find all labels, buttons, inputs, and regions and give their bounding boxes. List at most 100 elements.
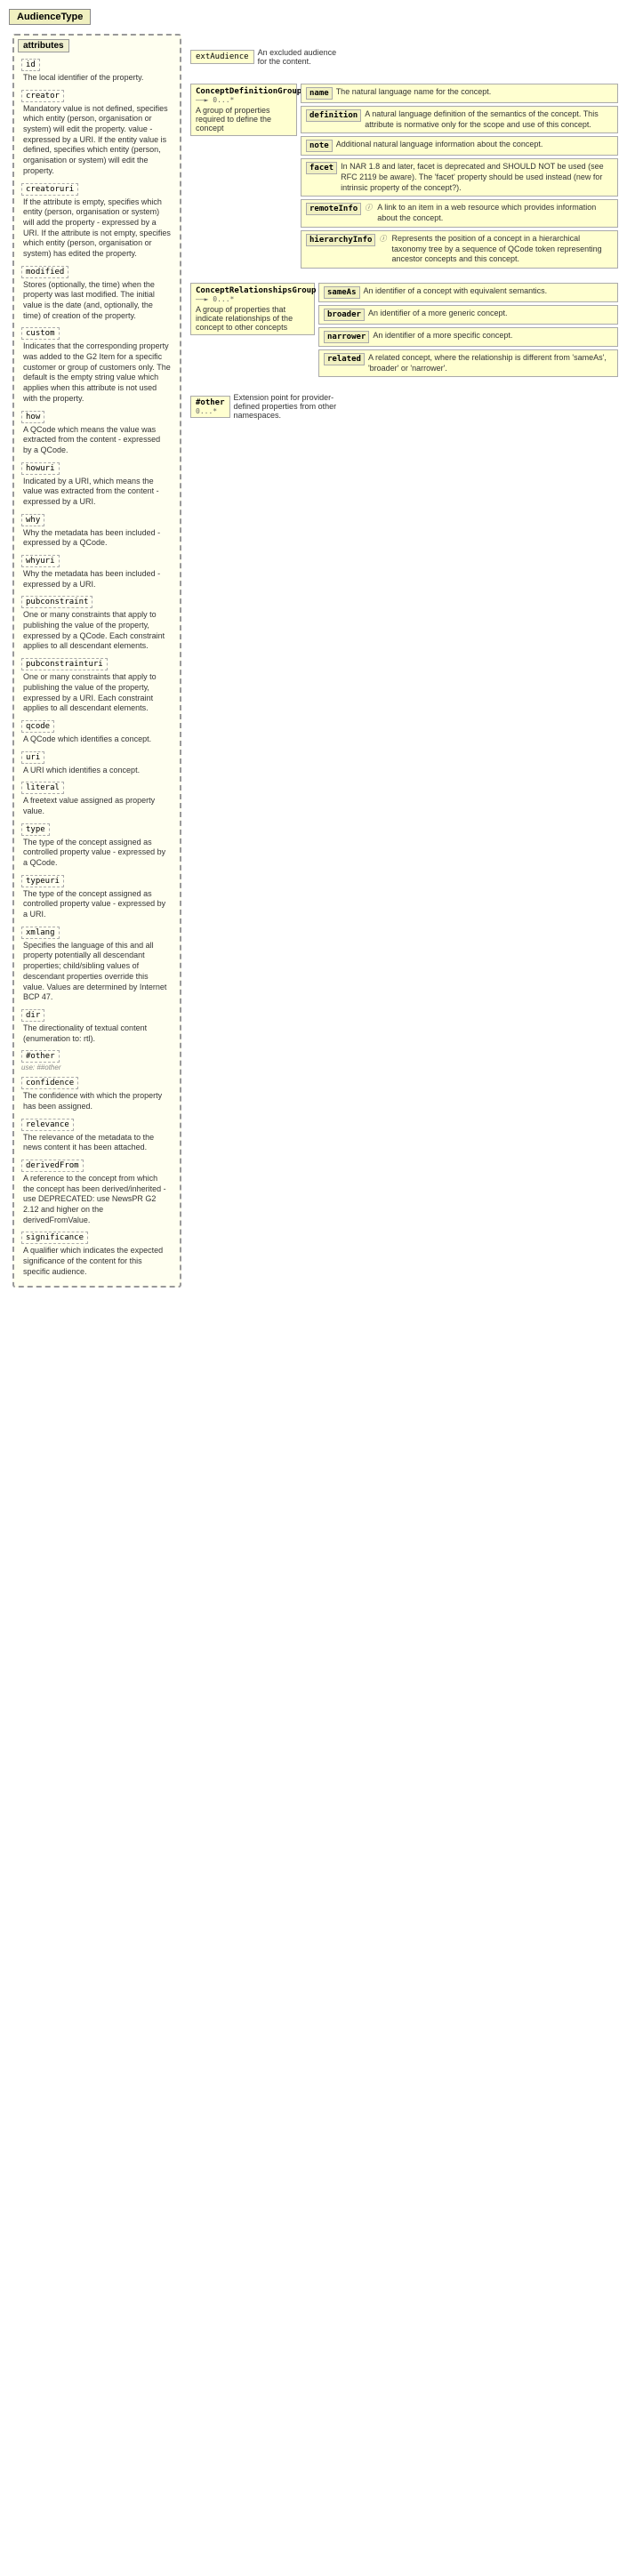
attr-custom: custom Indicates that the corresponding … — [18, 325, 176, 406]
attr-relevance: relevance The relevance of the metadata … — [18, 1117, 176, 1156]
attr-dir-desc: The directionality of textual content (e… — [21, 1023, 173, 1045]
attr-uri: uri A URI which identifies a concept. — [18, 750, 176, 779]
attr-qcode-name: qcode — [21, 720, 54, 733]
concept-def-group-label: ConceptDefinitionGroup — [196, 87, 292, 96]
item-hierarchyinfo-label: hierarchyInfo — [306, 234, 375, 246]
attr-confidence-name: confidence — [21, 1077, 78, 1089]
attr-significance: significance A qualifier which indicates… — [18, 1230, 176, 1280]
item-facet-desc: In NAR 1.8 and later, facet is deprecate… — [341, 162, 613, 193]
item-remoteinfo-desc: A link to an item in a web resource whic… — [377, 203, 613, 223]
attr-modified-desc: Stores (optionally, the time) when the p… — [21, 279, 173, 323]
attr-custom-name: custom — [21, 327, 60, 340]
attr-qcode: qcode A QCode which identifies a concept… — [18, 718, 176, 748]
other-label: #other — [196, 398, 225, 407]
item-narrower-label: narrower — [324, 331, 369, 343]
attr-uri-name: uri — [21, 751, 44, 764]
attr-how-desc: A QCode which means the value was extrac… — [21, 424, 173, 457]
item-name-desc: The natural language name for the concep… — [336, 87, 492, 98]
attr-literal-desc: A freetext value assigned as property va… — [21, 795, 173, 817]
attr-qcode-desc: A QCode which identifies a concept. — [21, 734, 173, 746]
attr-derivedfrom-name: derivedFrom — [21, 1160, 84, 1172]
item-broader-desc: An identifier of a more generic concept. — [368, 309, 508, 319]
attr-confidence-desc: The confidence with which the property h… — [21, 1090, 173, 1112]
attr-whyuri-name: whyuri — [21, 555, 60, 567]
attr-hash-other-name: #other — [21, 1050, 60, 1063]
attr-significance-desc: A qualifier which indicates the expected… — [21, 1245, 173, 1278]
concept-rel-group-desc: A group of properties that indicate rela… — [196, 305, 309, 332]
other-desc: Extension point for provider-defined pro… — [234, 393, 358, 420]
attr-id-desc: The local identifier of the property. — [21, 72, 173, 84]
attr-dir-name: dir — [21, 1009, 44, 1022]
concept-def-group-box: ConceptDefinitionGroup ——► 0...* A group… — [190, 84, 297, 136]
item-related-desc: A related concept, where the relationshi… — [368, 353, 613, 373]
diagram-title: AudienceType — [9, 9, 91, 25]
attr-derivedfrom-desc: A reference to the concept from which th… — [21, 1173, 173, 1226]
remoteinfo-icon: ⓘ — [365, 203, 372, 213]
attr-why-name: why — [21, 514, 44, 526]
concept-rel-group-mult: ——► 0...* — [196, 295, 309, 303]
attr-howuri: howuri Indicated by a URI, which means t… — [18, 461, 176, 510]
attributes-title: attributes — [18, 39, 69, 52]
attr-pubconstrainturi: pubconstrainturi One or many constraints… — [18, 656, 176, 717]
attr-hash-other-use: use: ##other — [21, 1063, 173, 1071]
item-broader-label: broader — [324, 309, 365, 321]
item-related-label: related — [324, 353, 365, 365]
item-note-label: note — [306, 140, 333, 152]
attr-whyuri-desc: Why the metadata has been included - exp… — [21, 568, 173, 590]
attr-typeuri-desc: The type of the concept assigned as cont… — [21, 888, 173, 921]
attr-pubconstrainturi-desc: One or many constraints that apply to pu… — [21, 671, 173, 715]
attr-pubconstraint: pubconstraint One or many constraints th… — [18, 594, 176, 654]
attr-id: id The local identifier of the property. — [18, 57, 176, 86]
concept-rel-group-box: ConceptRelationshipsGroup ——► 0...* A gr… — [190, 283, 315, 335]
attr-typeuri: typeuri The type of the concept assigned… — [18, 873, 176, 923]
other-box: #other 0...* — [190, 396, 230, 418]
attr-confidence: confidence The confidence with which the… — [18, 1075, 176, 1114]
item-sameas-desc: An identifier of a concept with equivale… — [364, 286, 548, 297]
item-definition: definition A natural language definition… — [301, 106, 618, 133]
item-narrower: narrower An identifier of a more specifi… — [318, 327, 618, 347]
item-note: note Additional natural language informa… — [301, 136, 618, 156]
other-mult: 0...* — [196, 407, 225, 415]
attr-pubconstraint-desc: One or many constraints that apply to pu… — [21, 609, 173, 653]
attr-why-desc: Why the metadata has been included - exp… — [21, 527, 173, 550]
item-narrower-desc: An identifier of a more specific concept… — [373, 331, 512, 341]
item-note-desc: Additional natural language information … — [336, 140, 543, 150]
item-facet-label: facet — [306, 162, 337, 174]
concept-def-group-desc: A group of properties required to define… — [196, 106, 292, 132]
item-definition-desc: A natural language definition of the sem… — [365, 109, 613, 130]
attr-typeuri-name: typeuri — [21, 875, 64, 887]
attr-literal-name: literal — [21, 782, 64, 794]
attr-custom-desc: Indicates that the corresponding propert… — [21, 341, 173, 405]
attr-how-name: how — [21, 411, 44, 423]
attr-id-name: id — [21, 59, 40, 71]
attr-creator: creator Mandatory value is not defined, … — [18, 88, 176, 180]
ext-audience-box: extAudience — [190, 50, 254, 64]
attributes-section: attributes id The local identifier of th… — [12, 34, 181, 1288]
attr-xmlang-name: xmlang — [21, 927, 60, 939]
attr-pubconstraint-name: pubconstraint — [21, 596, 92, 608]
hierarchyinfo-icon: ⓘ — [379, 234, 386, 244]
item-hierarchyinfo: hierarchyInfo ⓘ Represents the position … — [301, 230, 618, 269]
attr-xmlang-desc: Specifies the language of this and all p… — [21, 940, 173, 1004]
attr-creator-desc: Mandatory value is not defined, specifie… — [21, 103, 173, 178]
item-name-label: name — [306, 87, 333, 100]
attr-howuri-desc: Indicated by a URI, which means the valu… — [21, 476, 173, 509]
item-broader: broader An identifier of a more generic … — [318, 305, 618, 325]
attr-dir: dir The directionality of textual conten… — [18, 1007, 176, 1047]
attr-creator-name: creator — [21, 90, 64, 102]
attr-derivedfrom: derivedFrom A reference to the concept f… — [18, 1158, 176, 1228]
attr-literal: literal A freetext value assigned as pro… — [18, 780, 176, 819]
item-facet: facet In NAR 1.8 and later, facet is dep… — [301, 158, 618, 197]
item-related: related A related concept, where the rel… — [318, 349, 618, 377]
attr-creatoruri-desc: If the attribute is empty, specifies whi… — [21, 197, 173, 261]
item-name: name The natural language name for the c… — [301, 84, 618, 103]
attr-creatoruri: creatoruri If the attribute is empty, sp… — [18, 181, 176, 262]
attr-uri-desc: A URI which identifies a concept. — [21, 765, 173, 777]
attr-relevance-desc: The relevance of the metadata to the new… — [21, 1132, 173, 1154]
item-hierarchyinfo-desc: Represents the position of a concept in … — [391, 234, 613, 265]
attr-relevance-name: relevance — [21, 1119, 74, 1131]
attr-modified-name: modified — [21, 266, 68, 278]
attr-type-desc: The type of the concept assigned as cont… — [21, 837, 173, 870]
attr-how: how A QCode which means the value was ex… — [18, 409, 176, 459]
ext-audience-desc: An excluded audience for the content. — [258, 48, 347, 66]
